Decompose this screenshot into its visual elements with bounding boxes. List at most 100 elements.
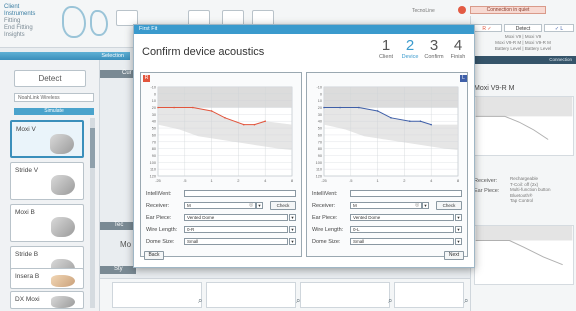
selection-header: Selection [0, 52, 130, 60]
gain-point [264, 120, 266, 123]
gain-point [419, 120, 422, 123]
style-option[interactable] [112, 282, 202, 308]
dome-size-label: Dome Size: [146, 239, 175, 245]
magnifier-icon[interactable]: ⌕ [296, 296, 300, 306]
receiver-select[interactable]: M [350, 202, 422, 209]
dome-size-select[interactable]: Small [350, 238, 454, 245]
device-list-scrollbar[interactable] [90, 118, 95, 308]
back-button[interactable]: Back [144, 251, 164, 260]
device-card[interactable]: DX Moxi [10, 291, 84, 309]
nav-client[interactable]: Client [4, 4, 35, 11]
step-label: Confirm [424, 54, 444, 60]
y-tick-label: 120 [150, 175, 156, 179]
device-card[interactable]: Moxi V [10, 120, 84, 158]
device-name: Stride V [15, 167, 39, 174]
device-card[interactable]: Moxi B [10, 204, 84, 242]
ear-tabs: R ✓ Detect ✓ L [470, 24, 576, 32]
chevron-down-icon[interactable]: ▼ [422, 202, 429, 209]
gain-point [408, 120, 411, 123]
wire-length-select[interactable]: 0-L [350, 226, 454, 233]
y-tick-label: 60 [152, 133, 156, 137]
step-finish[interactable]: 4 Finish [446, 37, 470, 60]
ear-piece-select[interactable]: Vented Dome [184, 214, 288, 221]
device-fields: Receiver: Ear Piece: [474, 176, 499, 196]
receiver-info-icon: ◎ [249, 202, 254, 208]
hearing-aid-image [51, 217, 75, 237]
ear-piece-label: Ear Piece: [474, 188, 500, 194]
gain-point [430, 123, 432, 126]
connection-strip: Connection [470, 56, 576, 64]
chevron-down-icon[interactable]: ▼ [289, 226, 296, 233]
chevron-down-icon[interactable]: ▼ [289, 238, 296, 245]
intellivent-label: IntelliVent: [146, 191, 172, 197]
style-option[interactable] [206, 282, 296, 308]
dome-size-select[interactable]: Small [184, 238, 288, 245]
gain-point [376, 110, 379, 112]
left-ear-acoustic-chart: .25 .5 1 2 4 8 -10 0 10 20 30 40 50 60 70 80 90 100 110 120 [316, 86, 460, 184]
x-tick-label: .25 [321, 178, 327, 183]
tab-left-ear[interactable]: ✓ L [544, 24, 574, 32]
device-card[interactable]: Insera B [10, 268, 84, 289]
connection-status: Connection in quiet [470, 6, 546, 14]
ear-piece-select[interactable]: Vented Dome [350, 214, 454, 221]
gain-point [323, 106, 325, 109]
dome-size-label: Dome Size: [312, 239, 341, 245]
device-features: Rechargeable T-Coil: off (2x) Multi-func… [510, 176, 551, 204]
intellivent-field[interactable] [184, 190, 296, 197]
receiver-label: Receiver: [474, 178, 498, 184]
receiver-check-button[interactable]: Check [436, 201, 462, 210]
next-button[interactable]: Next [444, 251, 464, 260]
detect-button[interactable]: Detect [14, 70, 86, 87]
nav-instruments[interactable]: Instruments [4, 11, 35, 18]
gain-point [358, 106, 360, 109]
gain-point [339, 106, 341, 109]
nav-insights[interactable]: Insights [4, 32, 35, 39]
y-tick-label: 40 [318, 120, 322, 124]
simulate-header: Simulate [14, 108, 94, 115]
y-tick-label: 30 [318, 113, 322, 117]
step-device[interactable]: 2 Device [398, 37, 422, 60]
magnifier-icon[interactable]: ⌕ [464, 296, 468, 306]
magnifier-icon[interactable]: ⌕ [198, 296, 202, 306]
magnifier-icon[interactable]: ⌕ [388, 296, 392, 306]
receiver-check-button[interactable]: Check [270, 201, 296, 210]
device-card[interactable]: Stride V [10, 162, 84, 200]
connection-label: Connection [549, 57, 572, 62]
wireless-interface-select[interactable]: NoahLink Wireless [14, 93, 94, 102]
chevron-down-icon[interactable]: ▼ [289, 214, 296, 221]
receiver-select[interactable]: M [184, 202, 256, 209]
gain-point [253, 123, 256, 126]
wire-length-select[interactable]: 0-R [184, 226, 288, 233]
hearing-aid-image [50, 134, 74, 154]
x-tick-label: .5 [183, 178, 187, 183]
feature-item: Multi-function button [510, 187, 551, 192]
x-tick-label: 4 [264, 178, 267, 183]
style-option[interactable] [394, 282, 464, 308]
gain-point [157, 106, 159, 109]
background-gain-chart [474, 225, 574, 285]
step-confirm[interactable]: 3 Confirm [422, 37, 446, 60]
dialog-titlebar: First Fit [134, 25, 474, 34]
hearing-aid-image [51, 296, 75, 308]
scrollbar-thumb[interactable] [90, 128, 95, 168]
tab-detect[interactable]: Detect [504, 24, 542, 32]
receiver-label: Receiver: [146, 203, 170, 209]
tab-right-ear[interactable]: R ✓ [472, 24, 502, 32]
y-tick-label: 50 [318, 127, 322, 131]
x-tick-label: 1 [376, 178, 379, 183]
chevron-down-icon[interactable]: ▼ [256, 202, 263, 209]
right-ear-acoustic-chart: .25 .5 1 2 4 8 -10 0 10 20 30 40 50 60 70 80 90 100 110 120 [150, 86, 294, 184]
chevron-down-icon[interactable]: ▼ [455, 226, 462, 233]
wire-length-label: Wire Length: [312, 227, 344, 233]
chevron-down-icon[interactable]: ▼ [455, 238, 462, 245]
intellivent-field[interactable] [350, 190, 462, 197]
nav-end-fitting[interactable]: End Fitting [4, 25, 35, 32]
y-tick-label: 70 [152, 140, 156, 144]
ear-piece-label: Ear Piece: [312, 215, 338, 221]
chevron-down-icon[interactable]: ▼ [455, 214, 462, 221]
y-tick-label: 0 [154, 92, 156, 96]
section-label: Mo [120, 240, 132, 249]
style-option[interactable] [300, 282, 390, 308]
nav-fitting[interactable]: Fitting [4, 18, 35, 25]
step-client[interactable]: 1 Client [374, 37, 398, 60]
